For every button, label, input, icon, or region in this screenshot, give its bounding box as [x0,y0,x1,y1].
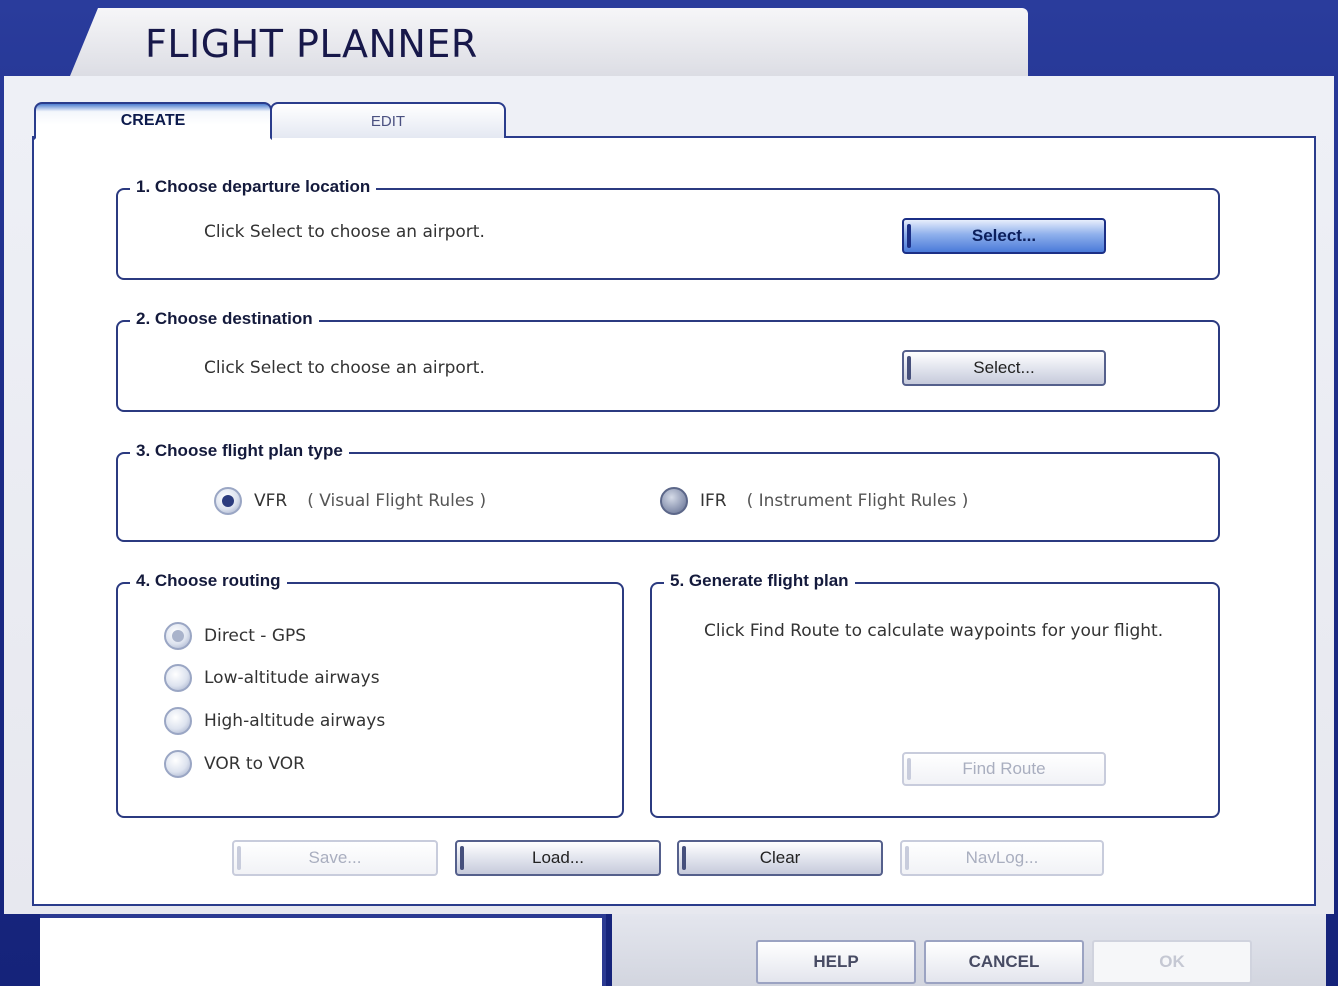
vfr-label: VFR [254,491,288,511]
high-altitude-radio[interactable] [164,707,192,735]
load-label: Load... [532,848,584,867]
cancel-label: CANCEL [968,952,1040,971]
destination-group-title: 2. Choose destination [130,309,319,329]
navlog-label: NavLog... [965,848,1039,867]
vfr-radio-option[interactable]: VFR ( Visual Flight Rules ) [214,487,486,515]
vor-to-vor-radio[interactable] [164,750,192,778]
generate-hint: Click Find Route to calculate waypoints … [704,621,1164,641]
ok-button[interactable]: OK [1092,940,1252,984]
generate-group-title: 5. Generate flight plan [664,571,855,591]
plan-type-group: 3. Choose flight plan type VFR ( Visual … [116,441,1220,542]
departure-select-label: Select... [971,226,1037,245]
generate-group: 5. Generate flight plan Click Find Route… [650,571,1220,818]
destination-select-button[interactable]: Select... [902,350,1106,386]
routing-low-altitude[interactable]: Low-altitude airways [164,664,380,692]
save-label: Save... [308,848,362,867]
load-button[interactable]: Load... [455,840,661,876]
vfr-description: ( Visual Flight Rules ) [307,491,487,511]
tab-create[interactable]: CREATE [34,102,272,140]
ifr-radio[interactable] [660,487,688,515]
ifr-radio-option[interactable]: IFR ( Instrument Flight Rules ) [660,487,968,515]
help-label: HELP [813,952,859,971]
save-button[interactable]: Save... [232,840,438,876]
routing-group: 4. Choose routing Direct - GPS Low-altit… [116,571,624,818]
departure-group: 1. Choose departure location Click Selec… [116,177,1220,280]
low-altitude-radio[interactable] [164,664,192,692]
high-altitude-label: High-altitude airways [204,711,386,731]
routing-high-altitude[interactable]: High-altitude airways [164,707,385,735]
ok-label: OK [1159,952,1185,971]
ifr-label: IFR [700,491,727,511]
departure-group-title: 1. Choose departure location [130,177,377,197]
find-route-button[interactable]: Find Route [902,752,1106,786]
routing-vor-to-vor[interactable]: VOR to VOR [164,750,305,778]
navlog-button[interactable]: NavLog... [900,840,1104,876]
status-area [40,914,606,986]
window-title: FLIGHT PLANNER [145,22,478,66]
routing-direct-gps[interactable]: Direct - GPS [164,622,306,650]
clear-label: Clear [759,848,801,867]
vor-to-vor-label: VOR to VOR [204,754,305,774]
destination-select-label: Select... [973,358,1035,377]
tab-edit[interactable]: EDIT [270,102,506,138]
direct-gps-radio[interactable] [164,622,192,650]
departure-hint: Click Select to choose an airport. [204,222,485,242]
departure-select-button[interactable]: Select... [902,218,1106,254]
vfr-radio[interactable] [214,487,242,515]
find-route-label: Find Route [962,759,1046,778]
plan-type-group-title: 3. Choose flight plan type [130,441,349,461]
routing-group-title: 4. Choose routing [130,571,287,591]
direct-gps-label: Direct - GPS [204,626,307,646]
low-altitude-label: Low-altitude airways [204,668,380,688]
cancel-button[interactable]: CANCEL [924,940,1084,984]
ifr-description: ( Instrument Flight Rules ) [746,491,969,511]
destination-hint: Click Select to choose an airport. [204,358,485,378]
destination-group: 2. Choose destination Click Select to ch… [116,309,1220,412]
help-button[interactable]: HELP [756,940,916,984]
clear-button[interactable]: Clear [677,840,883,876]
